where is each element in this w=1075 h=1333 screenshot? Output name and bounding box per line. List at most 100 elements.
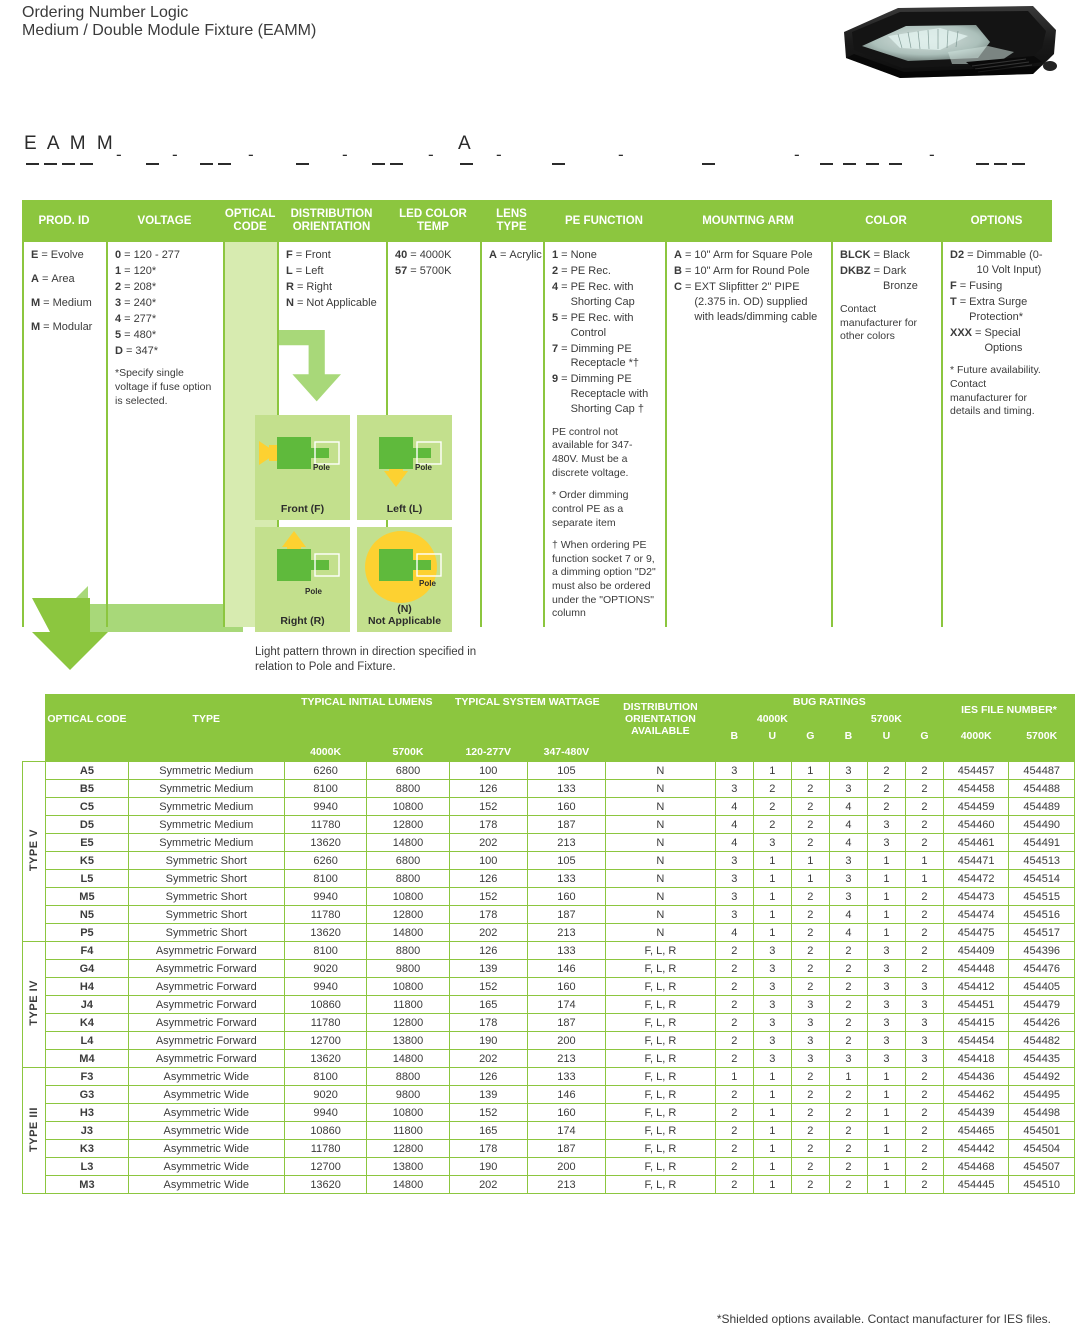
- legend-item: N = Not Applicable: [286, 296, 380, 311]
- cell-lm5700: 14800: [366, 1049, 450, 1068]
- th-wattage-120-277: 120-277V: [448, 744, 528, 762]
- cell-ies4: 454468: [942, 1157, 1010, 1176]
- cell-orient: N: [604, 833, 716, 852]
- cell-w120: 152: [448, 977, 528, 996]
- cell-optical-code: F4: [45, 941, 129, 960]
- legend-item: 3 = 240*: [115, 296, 217, 311]
- cell-ies5: 454513: [1008, 851, 1075, 870]
- cell-lm5700: 14800: [366, 1175, 450, 1194]
- cell-u5: 1: [866, 887, 906, 906]
- cell-b5: 2: [828, 1031, 868, 1050]
- cell-w347: 187: [526, 815, 606, 834]
- legend-item-sep: =: [975, 326, 982, 339]
- legend-item-value: 277*: [133, 312, 157, 325]
- orientation-cell-2: Pole Right (R): [255, 527, 350, 632]
- cell-orient: F, L, R: [604, 1103, 716, 1122]
- legend-item-key: A: [31, 273, 39, 286]
- cell-ies4: 454445: [942, 1175, 1010, 1194]
- data-table-head: OPTICAL CODE TYPE TYPICAL INITIAL LUMENS…: [22, 693, 1075, 762]
- cell-ies4: 454472: [942, 869, 1010, 888]
- cell-ies5: 454495: [1008, 1085, 1075, 1104]
- legend-item-sep: =: [124, 265, 131, 278]
- cell-lm5700: 6800: [366, 761, 450, 780]
- cell-orient: N: [604, 887, 716, 906]
- cell-ies5: 454396: [1008, 941, 1075, 960]
- cell-ies5: 454490: [1008, 815, 1075, 834]
- cell-w120: 152: [448, 797, 528, 816]
- order-code-prefix: E A M M: [24, 133, 116, 154]
- cell-u4: 1: [752, 1157, 792, 1176]
- th-ies-4000k: 4000K: [942, 727, 1010, 746]
- cell-w347: 160: [526, 887, 606, 906]
- cell-g5: 3: [904, 1031, 944, 1050]
- legend-item: 9 = Dimming PE Receptacle with Shorting Ca…: [552, 372, 659, 417]
- legend-item-sep: =: [295, 265, 303, 278]
- legend-item-value: Fusing: [969, 280, 1003, 293]
- cell-lm4000: 9020: [283, 959, 368, 978]
- legend-item: 4 = PE Rec. with Shorting Cap: [552, 280, 659, 310]
- cell-b4: 2: [714, 1031, 754, 1050]
- orientation-row: Pole Front (F) Pole Left (L): [255, 415, 485, 520]
- cell-lm4000: 12700: [283, 1031, 368, 1050]
- legend-item-value: 240*: [133, 296, 157, 309]
- cell-optical-code: H4: [45, 977, 129, 996]
- legend-item-sep: =: [124, 312, 131, 325]
- table-row: J4 Asymmetric Forward 10860 11800 165 174 F, L…: [23, 995, 1075, 1014]
- cell-lm5700: 13800: [366, 1031, 450, 1050]
- cell-optical-code: M5: [45, 887, 129, 906]
- cell-type: Symmetric Short: [127, 923, 285, 942]
- cell-orient: F, L, R: [604, 941, 716, 960]
- cell-g4: 2: [790, 1139, 830, 1158]
- cell-g5: 2: [904, 797, 944, 816]
- cell-u5: 2: [866, 779, 906, 798]
- cell-ies4: 454409: [942, 941, 1010, 960]
- table-row: M4 Asymmetric Forward 13620 14800 202 213 F, L…: [23, 1049, 1075, 1068]
- legend-item-sep: =: [684, 265, 692, 278]
- cell-orient: F, L, R: [604, 1049, 716, 1068]
- legend-item-sep: =: [43, 297, 50, 310]
- cell-g4: 2: [790, 815, 830, 834]
- legend-item-key: D2: [950, 249, 965, 262]
- th-type: TYPE: [127, 693, 285, 746]
- table-row: P5 Symmetric Short 13620 14800 202 213 N 4 1 2 4 1 2…: [23, 923, 1075, 942]
- cell-w347: 146: [526, 1085, 606, 1104]
- cell-b5: 4: [828, 833, 868, 852]
- cell-w120: 139: [448, 1085, 528, 1104]
- cell-orient: N: [604, 905, 716, 924]
- cell-orient: N: [604, 923, 716, 942]
- cell-type: Symmetric Short: [127, 905, 285, 924]
- legend-header-6: PE FUNCTION: [565, 214, 643, 227]
- legend-column-7: A = 10" Arm for Square Pole B = 10" Arm for R…: [665, 242, 831, 628]
- legend-item-sep: =: [873, 249, 880, 262]
- legend-item: 2 = 208*: [115, 280, 217, 295]
- cell-u4: 3: [752, 1049, 792, 1068]
- cell-b4: 2: [714, 959, 754, 978]
- legend-item-key: 40: [395, 249, 408, 262]
- cell-lm4000: 8100: [283, 779, 368, 798]
- legend-item-key: C: [674, 281, 682, 294]
- cell-w347: 200: [526, 1031, 606, 1050]
- orientation-row: Pole Right (R) Pole (N) Not Applicable: [255, 527, 485, 632]
- cell-ies4: 454418: [942, 1049, 1010, 1068]
- table-row: B5 Symmetric Medium 8100 8800 126 133 N 3 2 2 3 2 2 4…: [23, 779, 1075, 798]
- cell-w120: 178: [448, 905, 528, 924]
- legend-note: * Future availability. Contact manufactu…: [950, 364, 1041, 418]
- legend-item-value: Not Applicable: [306, 296, 377, 309]
- cell-lm5700: 9800: [366, 1085, 450, 1104]
- cell-g5: 2: [904, 1157, 944, 1176]
- legend-item-sep: =: [296, 281, 304, 294]
- th-bug-5700k-b: B: [828, 727, 868, 746]
- cell-g5: 2: [904, 923, 944, 942]
- cell-u5: 1: [866, 869, 906, 888]
- cell-u5: 3: [866, 833, 906, 852]
- legend-item-value: PE Rec.: [570, 265, 611, 278]
- legend-item-value: 120*: [133, 265, 157, 278]
- cell-w120: 202: [448, 923, 528, 942]
- cell-b5: 2: [828, 959, 868, 978]
- cell-b4: 2: [714, 1157, 754, 1176]
- cell-g4: 2: [790, 1067, 830, 1086]
- cell-w120: 178: [448, 815, 528, 834]
- th-bug-5700k-u: U: [866, 727, 906, 746]
- page-title: Ordering Number Logic: [22, 4, 189, 21]
- legend-header-4: LED COLOR TEMP: [399, 208, 467, 234]
